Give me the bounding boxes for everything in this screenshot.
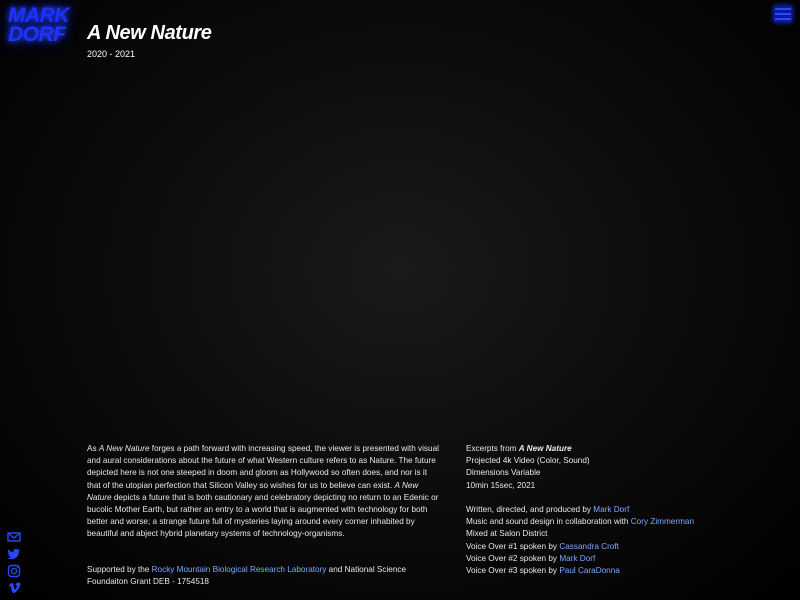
vo2-line: Voice Over #2 spoken by Mark Dorf (466, 553, 596, 563)
credits-panel: Excerpts from A New Nature Projected 4k … (466, 443, 786, 577)
cory-zimmerman-link[interactable]: Cory Zimmerman (631, 517, 694, 526)
vo1-line: Voice Over #1 spoken by Cassandra Croft (466, 541, 619, 551)
hamburger-menu-icon[interactable] (774, 6, 792, 22)
mark-dorf-vo-link[interactable]: Mark Dorf (559, 554, 595, 563)
paul-caradonna-link[interactable]: Paul CaraDonna (559, 566, 620, 575)
social-links (7, 530, 23, 595)
dimensions-line: Dimensions Variable (466, 468, 541, 478)
email-icon[interactable] (7, 530, 23, 544)
excerpts-line: Excerpts from A New Nature (466, 444, 572, 453)
logo-line-2: DORF (8, 23, 66, 46)
music-line: Music and sound design in collaboration … (466, 517, 694, 527)
vimeo-icon[interactable] (7, 581, 23, 595)
project-years: 2020 - 2021 (87, 49, 136, 59)
site-logo[interactable]: MARK DORF (8, 5, 78, 46)
instagram-icon[interactable] (7, 564, 23, 578)
medium-line: Projected 4k Video (Color, Sound) (466, 456, 590, 466)
mixed-line: Mixed at Salon District (466, 529, 548, 539)
rmbl-link[interactable]: Rocky Mountain Biological Research Labor… (152, 565, 327, 574)
project-description: As A New Nature forges a path forward wi… (87, 444, 439, 539)
written-line: Written, directed, and produced by Mark … (466, 505, 630, 514)
page-title: A New Nature (87, 22, 212, 44)
vo3-line: Voice Over #3 spoken by Paul CaraDonna (466, 566, 620, 576)
support-statement: Supported by the Rocky Mountain Biologic… (87, 565, 407, 587)
duration-line: 10min 15sec, 2021 (466, 480, 536, 490)
cassandra-croft-link[interactable]: Cassandra Croft (559, 542, 619, 551)
mark-dorf-link[interactable]: Mark Dorf (593, 505, 629, 514)
twitter-icon[interactable] (7, 547, 23, 561)
